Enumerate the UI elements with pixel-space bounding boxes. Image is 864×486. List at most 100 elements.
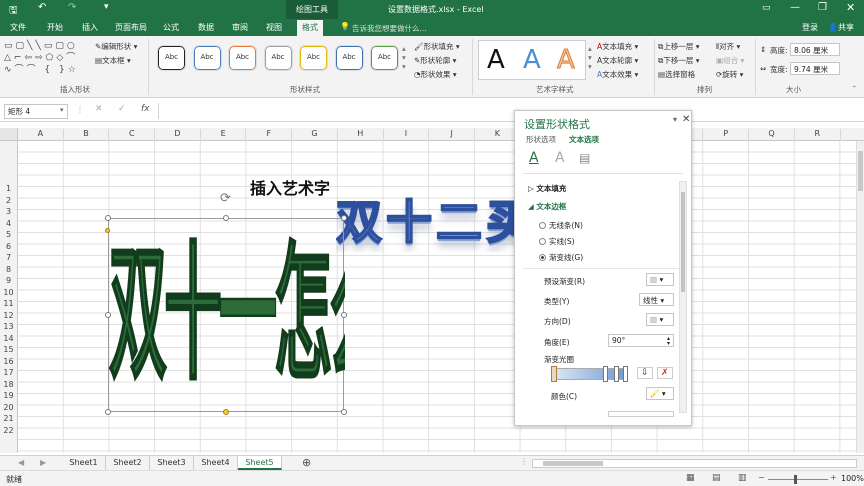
column-header-cell[interactable]: C [109, 129, 156, 141]
sheet-tab[interactable]: Sheet5 [238, 456, 282, 470]
gradient-stop[interactable] [614, 366, 619, 382]
wordart-3d-text[interactable]: 双十二买 [336, 186, 514, 252]
row-header-cell[interactable]: 15 [0, 344, 17, 356]
text-effects-button[interactable]: A文本效果 ▾ [597, 69, 638, 80]
insert-function-icon[interactable]: fx [141, 104, 150, 114]
text-box-button[interactable]: ▤文本框 ▾ [95, 55, 131, 66]
normal-view-icon[interactable]: ▦ [686, 473, 695, 483]
column-header-cell[interactable]: G [292, 129, 338, 141]
width-input[interactable]: 9.74 厘米 [790, 62, 840, 75]
page-layout-view-icon[interactable]: ▤ [712, 473, 721, 483]
adjust-handle[interactable] [223, 409, 229, 415]
shape-effects-button[interactable]: ◔形状效果 ▾ [414, 69, 457, 80]
row-header-cell[interactable]: 17 [0, 367, 17, 379]
tab-shape-options[interactable]: 形状选项 [526, 134, 556, 145]
row-header-cell[interactable]: 9 [0, 275, 17, 287]
pane-close-icon[interactable]: ✕ [682, 114, 690, 125]
column-header-cell[interactable]: R [795, 129, 841, 141]
save-icon[interactable]: 🖫 [9, 3, 18, 20]
group-button[interactable]: ▣组合 ▾ [716, 55, 744, 66]
cancel-icon[interactable]: ✕ [95, 104, 103, 114]
text-fill-section[interactable]: ▷ 文本填充 [528, 183, 566, 194]
select-all-corner[interactable] [0, 128, 18, 141]
tab-formulas[interactable]: 公式 [163, 22, 179, 33]
wordart-style-blue[interactable]: A [523, 45, 541, 75]
row-header-cell[interactable]: 18 [0, 379, 17, 391]
gradient-stop[interactable] [603, 366, 608, 382]
column-header-cell[interactable]: H [338, 129, 384, 141]
column-header-cell[interactable]: E [201, 129, 247, 141]
tab-view[interactable]: 视图 [266, 22, 282, 33]
resize-handle[interactable] [341, 409, 347, 415]
row-header-cell[interactable]: 20 [0, 402, 17, 414]
height-input[interactable]: 8.06 厘米 [790, 43, 840, 56]
angle-input[interactable]: 90° ▴ ▾ [608, 334, 674, 347]
text-outline-button[interactable]: A文本轮廓 ▾ [597, 55, 638, 66]
selected-shape[interactable]: 双十一怎么过? [108, 218, 345, 412]
shape-fill-button[interactable]: 🖌形状填充 ▾ [414, 41, 460, 52]
row-header-cell[interactable]: 1 [0, 183, 17, 195]
column-header-cell[interactable]: A [18, 129, 64, 141]
row-header-cell[interactable]: 16 [0, 356, 17, 368]
row-header-cell[interactable]: 21 [0, 413, 17, 425]
sheet-tab[interactable]: Sheet2 [106, 456, 150, 470]
row-header-cell[interactable]: 5 [0, 229, 17, 241]
wordart-gallery-scroll[interactable]: ▴ ▾ ▾ [588, 44, 592, 71]
align-button[interactable]: ⫴对齐 ▾ [716, 41, 740, 52]
row-header-cell[interactable]: 3 [0, 206, 17, 218]
remove-gradient-stop-icon[interactable]: ✗ [657, 367, 673, 379]
zoom-in-icon[interactable]: + [830, 473, 837, 482]
textbox-pane-icon[interactable]: ▤ [579, 151, 590, 165]
undo-icon[interactable]: ↶ [38, 2, 46, 13]
direction-dropdown[interactable]: ▧ ▾ [646, 313, 674, 326]
qat-customize-icon[interactable]: ▾ [104, 2, 109, 12]
shape-style-preset[interactable]: Abc [157, 45, 186, 71]
wordart-style-orange[interactable]: A [557, 45, 576, 76]
column-header-cell[interactable]: I [384, 129, 430, 141]
name-box-dropdown-icon[interactable]: ▾ [60, 106, 64, 114]
tab-data[interactable]: 数据 [198, 22, 214, 33]
tab-split-handle[interactable]: ⋮ [520, 457, 528, 466]
type-dropdown[interactable]: 线性 ▾ [639, 293, 674, 306]
gradient-stop-selected[interactable] [551, 366, 557, 382]
no-line-radio[interactable]: 无线条(N) [539, 220, 583, 231]
formula-input[interactable] [158, 103, 858, 119]
scroll-sheets-left-icon[interactable]: ◀ [18, 458, 24, 467]
text-border-section[interactable]: ◢ 文本边框 [528, 201, 566, 212]
wordart-style-black[interactable]: A [487, 45, 505, 75]
shape-style-preset[interactable]: Abc [192, 45, 222, 71]
column-header-cell[interactable]: B [64, 129, 110, 141]
bring-forward-button[interactable]: ⧉上移一层 ▾ [658, 41, 700, 52]
solid-line-radio[interactable]: 实线(S) [539, 236, 575, 247]
text-fill-button[interactable]: A文本填充 ▾ [597, 41, 638, 52]
gallery-scroll[interactable]: ▴ ▾ ▾ [402, 44, 406, 71]
wordart-gallery[interactable]: A A A [478, 40, 586, 80]
collapse-ribbon-icon[interactable]: ⌃ [851, 84, 857, 93]
new-sheet-icon[interactable]: ⊕ [302, 456, 311, 469]
enter-icon[interactable]: ✓ [118, 104, 126, 114]
row-header-cell[interactable]: 12 [0, 310, 17, 322]
color-dropdown[interactable]: 🖌 ▾ [646, 387, 674, 400]
tab-insert[interactable]: 插入 [82, 22, 98, 33]
send-backward-button[interactable]: ⧉下移一层 ▾ [658, 55, 700, 66]
shape-style-preset[interactable]: Abc [228, 45, 257, 71]
row-header-cell[interactable]: 7 [0, 252, 17, 264]
redo-icon[interactable]: ↷ [68, 2, 76, 13]
minimize-icon[interactable]: — [790, 2, 800, 13]
restore-icon[interactable]: ❐ [818, 2, 827, 13]
tab-home[interactable]: 开始 [47, 22, 63, 33]
gradient-stop[interactable] [623, 366, 628, 382]
resize-handle[interactable] [223, 215, 229, 221]
column-header-cell[interactable]: J [429, 129, 475, 141]
shape-gallery[interactable]: ▭▢╲╲▭▢○ △⌐⇦⇨⬠◇⌒ ∿⌒⌒ { }☆ [4, 40, 90, 76]
zoom-slider-thumb[interactable] [794, 475, 797, 484]
resize-handle[interactable] [105, 409, 111, 415]
angle-spinner-icon[interactable]: ▴ ▾ [667, 336, 670, 347]
row-header-cell[interactable]: 13 [0, 321, 17, 333]
row-header-cell[interactable]: 14 [0, 333, 17, 345]
resize-handle[interactable] [341, 312, 347, 318]
adjust-handle[interactable] [105, 228, 110, 233]
resize-handle[interactable] [105, 215, 111, 221]
preset-gradient-dropdown[interactable]: ▧ ▾ [646, 273, 674, 286]
shape-style-preset[interactable]: Abc [370, 45, 399, 71]
